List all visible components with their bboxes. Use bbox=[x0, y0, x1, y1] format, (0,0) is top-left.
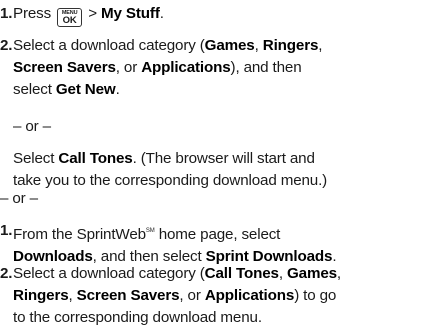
text: ), and then bbox=[230, 59, 302, 76]
step-number: 2. bbox=[0, 265, 13, 282]
applications-label: Applications bbox=[141, 59, 231, 76]
step-a2: 2. Select a download category (Games, Ri… bbox=[0, 35, 420, 101]
text: , bbox=[336, 265, 341, 282]
text: . (The browser will start and bbox=[132, 150, 315, 167]
games-label: Games bbox=[204, 37, 255, 54]
or-separator: – or – bbox=[13, 118, 51, 135]
text: , bbox=[254, 37, 259, 54]
arrow-separator: > bbox=[88, 5, 97, 22]
ringers-label: Ringers bbox=[262, 37, 319, 54]
call-tones-label: Call Tones bbox=[58, 150, 133, 167]
step-text: Select a download category (Call Tones, … bbox=[13, 263, 420, 329]
text: , bbox=[278, 265, 283, 282]
step-text: From the SprintWebSM home page, select D… bbox=[13, 220, 420, 268]
call-tones-instruction: Select Call Tones. (The browser will sta… bbox=[13, 148, 423, 192]
call-tones-label: Call Tones bbox=[204, 265, 279, 282]
text: home page, select bbox=[154, 226, 281, 243]
step-text: Press MENU OK > My Stuff. bbox=[13, 3, 420, 27]
text: , bbox=[68, 287, 73, 304]
key-bottom-label: OK bbox=[62, 15, 77, 26]
ringers-label: Ringers bbox=[13, 287, 69, 304]
text: select bbox=[13, 81, 52, 98]
text: ) to go bbox=[294, 287, 337, 304]
step-text-press: Press bbox=[13, 5, 52, 22]
applications-label: Applications bbox=[204, 287, 295, 304]
step-number: 2. bbox=[0, 37, 13, 54]
text: , or bbox=[179, 287, 201, 304]
text: Select bbox=[13, 150, 55, 167]
text: , or bbox=[115, 59, 138, 76]
service-mark: SM bbox=[145, 228, 155, 234]
text: take you to the corresponding download m… bbox=[13, 172, 328, 189]
step-b2: 2. Select a download category (Call Tone… bbox=[0, 263, 420, 329]
games-label: Games bbox=[287, 265, 337, 282]
period: . bbox=[159, 5, 164, 22]
or-separator: – or – bbox=[0, 190, 38, 207]
text: From the SprintWeb bbox=[13, 226, 146, 243]
step-number: 1. bbox=[0, 222, 13, 239]
text: Select a download category ( bbox=[13, 265, 205, 282]
period: . bbox=[115, 81, 120, 98]
step-text: Select a download category (Games, Ringe… bbox=[13, 35, 420, 101]
screen-savers-label: Screen Savers bbox=[13, 59, 116, 76]
menu-ok-key-icon: MENU OK bbox=[57, 8, 83, 27]
step-b1: 1. From the SprintWebSM home page, selec… bbox=[0, 220, 420, 268]
step-a1: 1. Press MENU OK > My Stuff. bbox=[0, 3, 420, 27]
screen-savers-label: Screen Savers bbox=[76, 287, 180, 304]
text: Select a download category ( bbox=[13, 37, 205, 54]
instructions-page: 1. Press MENU OK > My Stuff. 2. Select a … bbox=[0, 0, 425, 333]
menu-target-label: My Stuff bbox=[101, 5, 160, 22]
text: to the corresponding download menu. bbox=[13, 309, 262, 326]
step-number: 1. bbox=[0, 5, 13, 22]
get-new-label: Get New bbox=[55, 81, 116, 98]
text: , bbox=[318, 37, 323, 54]
